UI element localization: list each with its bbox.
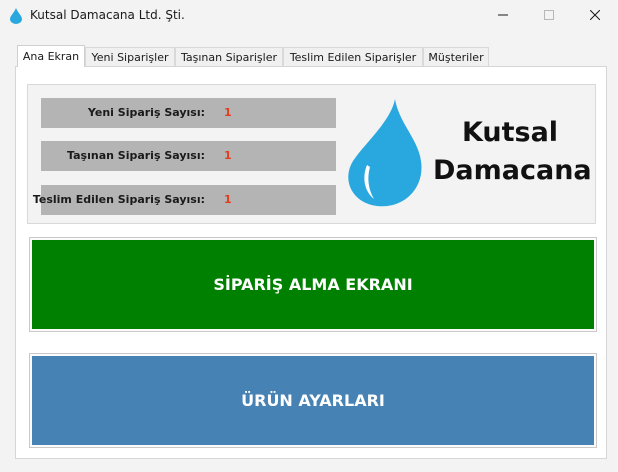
order-screen-button-label: SİPARİŞ ALMA EKRANI [32, 240, 594, 329]
tab-yeni-siparisler[interactable]: Yeni Siparişler [85, 47, 175, 66]
tab-ana-ekran[interactable]: Ana Ekran [17, 45, 85, 67]
maximize-icon [544, 10, 554, 20]
stat-value: 1 [224, 193, 232, 206]
water-drop-icon [348, 99, 422, 207]
tab-musteriler[interactable]: Müşteriler [423, 47, 489, 66]
product-settings-button[interactable]: ÜRÜN AYARLARI [29, 353, 597, 448]
stat-label: Teslim Edilen Sipariş Sayısı: [32, 193, 205, 206]
stat-teslim-edilen-siparis: Teslim Edilen Sipariş Sayısı: 1 [33, 185, 336, 215]
minimize-button[interactable] [480, 0, 526, 30]
order-screen-button[interactable]: SİPARİŞ ALMA EKRANI [29, 237, 597, 332]
water-drop-icon [10, 8, 22, 24]
stat-value: 1 [224, 106, 232, 119]
close-button[interactable] [572, 0, 618, 30]
brand-name: Kutsal Damacana [433, 114, 592, 190]
stat-label: Taşınan Sipariş Sayısı: [67, 149, 205, 162]
minimize-icon [498, 14, 508, 16]
stat-label: Yeni Sipariş Sayısı: [87, 106, 205, 119]
tab-teslim-edilen-siparisler[interactable]: Teslim Edilen Siparişler [283, 47, 423, 66]
maximize-button[interactable] [526, 0, 572, 30]
stat-tasinan-siparis: Taşınan Sipariş Sayısı: 1 [41, 141, 336, 171]
brand-line-2: Damacana [433, 155, 592, 186]
stat-yeni-siparis: Yeni Sipariş Sayısı: 1 [41, 98, 336, 128]
brand-line-1: Kutsal [461, 117, 559, 148]
window-title: Kutsal Damacana Ltd. Şti. [30, 8, 185, 22]
product-settings-button-label: ÜRÜN AYARLARI [32, 356, 594, 445]
tab-tasinan-siparisler[interactable]: Taşınan Siparişler [175, 47, 283, 66]
title-bar: Kutsal Damacana Ltd. Şti. [0, 0, 618, 32]
close-icon [590, 10, 600, 20]
stat-value: 1 [224, 149, 232, 162]
